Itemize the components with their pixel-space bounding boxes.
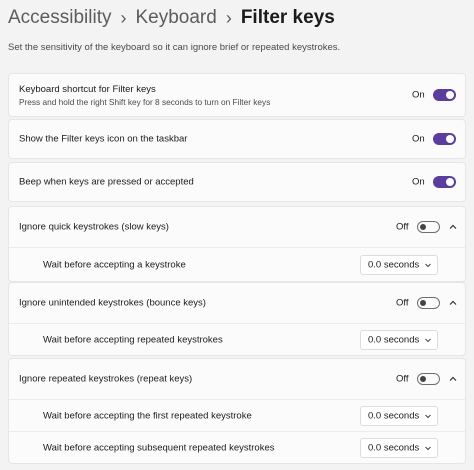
shortcut-card: Keyboard shortcut for Filter keys Press … [8, 73, 466, 117]
taskbar-icon-card: Show the Filter keys icon on the taskbar… [8, 119, 466, 159]
shortcut-title: Keyboard shortcut for Filter keys [19, 84, 156, 95]
slow-keys-header[interactable]: Ignore quick keystrokes (slow keys) Off [9, 207, 465, 247]
slow-keys-wait-row: Wait before accepting a keystroke 0.0 se… [9, 247, 465, 281]
beep-state-text: On [412, 176, 425, 188]
dropdown-value: 0.0 seconds [368, 334, 420, 345]
repeat-keys-subsequent-row: Wait before accepting subsequent repeate… [9, 431, 465, 463]
breadcrumb-separator: › [120, 8, 127, 28]
bounce-keys-label: Ignore unintended keystrokes (bounce key… [19, 297, 206, 309]
chevron-up-icon[interactable] [448, 298, 458, 308]
repeat-keys-header[interactable]: Ignore repeated keystrokes (repeat keys)… [9, 359, 465, 399]
chevron-down-icon [425, 338, 431, 342]
beep-toggle[interactable] [433, 176, 456, 188]
bounce-keys-wait-label: Wait before accepting repeated keystroke… [43, 334, 223, 345]
slow-keys-toggle[interactable] [417, 221, 440, 233]
chevron-up-icon[interactable] [448, 374, 458, 384]
dropdown-value: 0.0 seconds [368, 410, 420, 421]
breadcrumb-accessibility[interactable]: Accessibility [8, 6, 111, 30]
bounce-keys-wait-row: Wait before accepting repeated keystroke… [9, 323, 465, 355]
slow-keys-wait-dropdown[interactable]: 0.0 seconds [360, 254, 438, 275]
dropdown-value: 0.0 seconds [368, 442, 420, 453]
repeat-keys-subsequent-label: Wait before accepting subsequent repeate… [43, 442, 275, 453]
repeat-keys-first-dropdown[interactable]: 0.0 seconds [360, 405, 438, 426]
toggle-knob [420, 224, 426, 230]
toggle-knob [446, 178, 454, 186]
repeat-keys-state-text: Off [396, 373, 409, 385]
toggle-knob [446, 135, 454, 143]
page-description: Set the sensitivity of the keyboard so i… [8, 42, 341, 53]
breadcrumb-keyboard[interactable]: Keyboard [135, 6, 216, 30]
bounce-keys-wait-dropdown[interactable]: 0.0 seconds [360, 329, 438, 350]
shortcut-row: Keyboard shortcut for Filter keys Press … [9, 74, 465, 116]
chevron-down-icon [425, 263, 431, 267]
chevron-down-icon [425, 414, 431, 418]
beep-label: Beep when keys are pressed or accepted [19, 176, 194, 188]
bounce-keys-toggle[interactable] [417, 297, 440, 309]
chevron-up-icon[interactable] [448, 222, 458, 232]
slow-keys-card: Ignore quick keystrokes (slow keys) Off … [8, 206, 466, 282]
taskbar-icon-toggle[interactable] [433, 133, 456, 145]
repeat-keys-toggle[interactable] [417, 373, 440, 385]
taskbar-icon-state-text: On [412, 133, 425, 145]
dropdown-value: 0.0 seconds [368, 259, 420, 270]
beep-row: Beep when keys are pressed or accepted O… [9, 163, 465, 201]
repeat-keys-first-label: Wait before accepting the first repeated… [43, 410, 252, 421]
beep-card: Beep when keys are pressed or accepted O… [8, 162, 466, 202]
shortcut-state-text: On [412, 89, 425, 101]
shortcut-subtitle: Press and hold the right Shift key for 8… [19, 97, 271, 107]
page-title: Filter keys [240, 7, 335, 28]
shortcut-toggle[interactable] [433, 89, 456, 101]
shortcut-label: Keyboard shortcut for Filter keys Press … [19, 83, 270, 108]
slow-keys-wait-label: Wait before accepting a keystroke [43, 259, 186, 270]
breadcrumb: Accessibility › Keyboard › Filter keys [8, 6, 335, 30]
bounce-keys-card: Ignore unintended keystrokes (bounce key… [8, 282, 466, 356]
repeat-keys-subsequent-dropdown[interactable]: 0.0 seconds [360, 437, 438, 458]
toggle-knob [446, 91, 454, 99]
breadcrumb-separator: › [225, 8, 232, 28]
repeat-keys-label: Ignore repeated keystrokes (repeat keys) [19, 373, 193, 385]
toggle-knob [420, 300, 426, 306]
taskbar-icon-label: Show the Filter keys icon on the taskbar [19, 133, 188, 145]
repeat-keys-card: Ignore repeated keystrokes (repeat keys)… [8, 358, 466, 464]
slow-keys-label: Ignore quick keystrokes (slow keys) [19, 221, 169, 233]
taskbar-icon-row: Show the Filter keys icon on the taskbar… [9, 120, 465, 158]
slow-keys-state-text: Off [396, 221, 409, 233]
bounce-keys-state-text: Off [396, 297, 409, 309]
toggle-knob [420, 376, 426, 382]
repeat-keys-first-row: Wait before accepting the first repeated… [9, 399, 465, 431]
chevron-down-icon [425, 446, 431, 450]
bounce-keys-header[interactable]: Ignore unintended keystrokes (bounce key… [9, 283, 465, 323]
